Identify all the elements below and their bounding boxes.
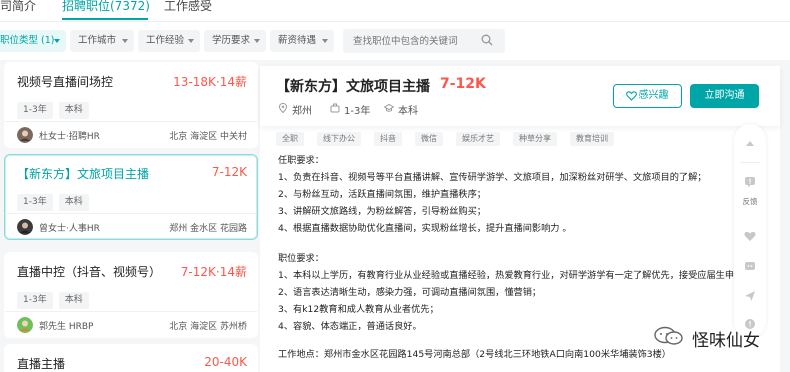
- tag-education: 本科: [58, 102, 89, 119]
- filter-bar: 职位类型 (1) 工作城市 工作经验 学历要求 薪资待遇: [0, 22, 790, 60]
- job-card-tags: 1-3年 本科: [17, 97, 95, 119]
- tag-experience: 1-3年: [17, 194, 53, 211]
- tab-work-feelings[interactable]: 工作感受: [164, 0, 212, 15]
- share-icon[interactable]: [744, 290, 756, 302]
- search-icon[interactable]: [481, 34, 493, 46]
- job-card-title: 【新东方】文旅项目主播: [17, 167, 150, 181]
- feedback-icon[interactable]: [744, 176, 756, 188]
- filter-experience[interactable]: 工作经验: [138, 30, 200, 52]
- job-card[interactable]: 直播中控（抖音、视频号） 7-12K·14薪 1-3年 本科 郭先生 HRBP 北…: [4, 252, 258, 338]
- tag-experience: 1-3年: [17, 292, 53, 309]
- filter-experience-label: 工作经验: [146, 35, 185, 46]
- card-divider: [5, 121, 257, 122]
- chevron-down-icon: [122, 39, 128, 43]
- benefit-tag: 教育培训: [570, 132, 614, 146]
- filter-salary-label: 薪资待遇: [278, 35, 317, 46]
- job-card-tags: 1-3年 本科: [17, 189, 95, 211]
- floating-toolbar: 反馈: [734, 124, 766, 338]
- description-line: 3、讲解研文旅路线，为粉丝解答，引导粉丝购买；: [278, 206, 486, 217]
- job-card-salary: 7-12K·14薪: [180, 265, 247, 279]
- detail-education: 本科: [398, 106, 418, 117]
- benefit-tag: 抖音: [374, 132, 402, 146]
- job-card-location: 北京 海淀区 苏州桥: [169, 322, 247, 332]
- detail-city: 郑州: [292, 106, 312, 117]
- filter-job-type[interactable]: 职位类型 (1): [0, 30, 66, 52]
- tab-jobs[interactable]: 招聘职位(7372): [62, 0, 150, 15]
- detail-experience: 1-3年: [344, 106, 371, 117]
- benefit-tag: 种草分享: [513, 132, 557, 146]
- description-line: 4、容貌、体态端正，普通话良好。: [278, 321, 422, 332]
- job-card[interactable]: 视频号直播间场控 13-18K·14薪 1-3年 本科 杜女士·招聘HR 北京 海…: [4, 62, 258, 148]
- job-card-salary: 7-12K: [211, 165, 247, 179]
- interested-button[interactable]: 感兴趣: [613, 84, 682, 108]
- filter-education[interactable]: 学历要求: [204, 30, 266, 52]
- job-card-tags: 1-3年 本科: [17, 287, 95, 309]
- job-list: 视频号直播间场控 13-18K·14薪 1-3年 本科 杜女士·招聘HR 北京 海…: [0, 60, 258, 372]
- watermark-text: 怪味仙女: [692, 331, 760, 351]
- chat-now-button[interactable]: 立即沟通: [690, 84, 759, 108]
- watermark: 怪味仙女: [652, 326, 760, 351]
- chevron-down-icon: [54, 39, 60, 43]
- detail-job-salary: 7-12K: [440, 76, 486, 92]
- job-card-hr: 郭先生 HRBP: [39, 322, 94, 332]
- description-line: 1、负责在抖音、视频号等平台直播讲解、宣传研学游学、文旅项目，加深粉丝对研学、文…: [278, 172, 707, 183]
- heart-icon: [626, 91, 637, 101]
- job-card-title: 直播主播: [17, 357, 66, 371]
- avatar: [17, 219, 33, 235]
- tag-education: 本科: [58, 292, 89, 309]
- chevron-down-icon: [322, 39, 328, 43]
- card-divider: [5, 311, 257, 312]
- chat-icon[interactable]: [744, 260, 756, 272]
- detail-job-title: 【新东方】文旅项目主播: [276, 79, 430, 95]
- filter-city[interactable]: 工作城市: [70, 30, 134, 52]
- job-card-salary: 13-18K·14薪: [173, 75, 247, 89]
- education-icon: [384, 103, 394, 112]
- description-line: 1、本科以上学历，有教育行业从业经验或直播经验，热爱教育行业，对研学游学有一定了…: [278, 270, 735, 281]
- job-card-hr: 曾女士·人事HR: [39, 224, 100, 234]
- benefit-tags: 全职 线下办公 抖音 微信 娱乐才艺 种草分享 教育培训: [276, 126, 627, 146]
- benefit-tag: 线下办公: [317, 132, 361, 146]
- description-line: 2、语言表达清晰生动，感染力强，可调动直播间氛围，懂营销；: [278, 287, 542, 298]
- active-tab-underline: [62, 18, 148, 20]
- job-card-location: 郑州 金水区 花园路: [169, 224, 247, 234]
- job-card-selected[interactable]: 【新东方】文旅项目主播 7-12K 1-3年 本科 曾女士·人事HR 郑州 金水区…: [4, 154, 258, 240]
- benefit-tag: 微信: [415, 132, 443, 146]
- job-card-title: 视频号直播间场控: [17, 75, 114, 89]
- description-line: 4、根据直播数据协助优化直播间，实现粉丝增长，提升直播间影响力 。: [278, 223, 572, 234]
- interested-button-label: 感兴趣: [638, 90, 669, 101]
- experience-icon: [330, 103, 340, 113]
- filter-job-type-label: 职位类型 (1): [0, 35, 55, 46]
- benefit-tag: 娱乐才艺: [456, 132, 500, 146]
- feedback-label[interactable]: 反馈: [738, 196, 762, 207]
- heart-icon[interactable]: [744, 230, 756, 242]
- job-card[interactable]: 直播主播 20-40K: [4, 344, 258, 372]
- tag-education: 本科: [58, 194, 89, 211]
- chevron-down-icon: [254, 39, 260, 43]
- back-to-top-icon[interactable]: [744, 138, 756, 150]
- location-icon: [278, 103, 288, 113]
- filter-salary[interactable]: 薪资待遇: [270, 30, 334, 52]
- job-card-title: 直播中控（抖音、视频号）: [17, 265, 162, 279]
- description-line: 2、与粉丝互动，活跃直播间氛围，维护直播秩序；: [278, 189, 486, 200]
- company-tabs: 公司简介 招聘职位(7372) 工作感受: [0, 0, 790, 22]
- chevron-down-icon: [188, 39, 194, 43]
- benefit-tag: 全职: [276, 132, 304, 146]
- description-line: 3、有k12教育和成人教育从业者优先；: [278, 304, 439, 315]
- filter-city-label: 工作城市: [78, 35, 117, 46]
- job-detail-header: 【新东方】文旅项目主播 7-12K 郑州 1-3年 本科 感兴趣 立即沟通: [260, 66, 780, 126]
- job-card-salary: 20-40K: [204, 355, 247, 369]
- tag-experience: 1-3年: [17, 102, 53, 119]
- toolbar-divider: [740, 162, 760, 163]
- description-heading: 任职要求：: [278, 155, 324, 166]
- description-heading: 职位要求：: [278, 253, 324, 264]
- work-address: 工作地点：郑州市金水区花园路145号河南总部（2号线北三环地铁A口向南100米华…: [278, 349, 671, 360]
- job-card-location: 北京 海淀区 中关村: [169, 132, 247, 142]
- tab-company-intro[interactable]: 公司简介: [0, 0, 36, 15]
- wechat-logo-icon: [654, 326, 683, 345]
- card-divider: [5, 213, 257, 214]
- avatar: [17, 127, 33, 143]
- avatar: [17, 317, 33, 333]
- job-card-hr: 杜女士·招聘HR: [39, 132, 100, 142]
- filter-education-label: 学历要求: [212, 35, 251, 46]
